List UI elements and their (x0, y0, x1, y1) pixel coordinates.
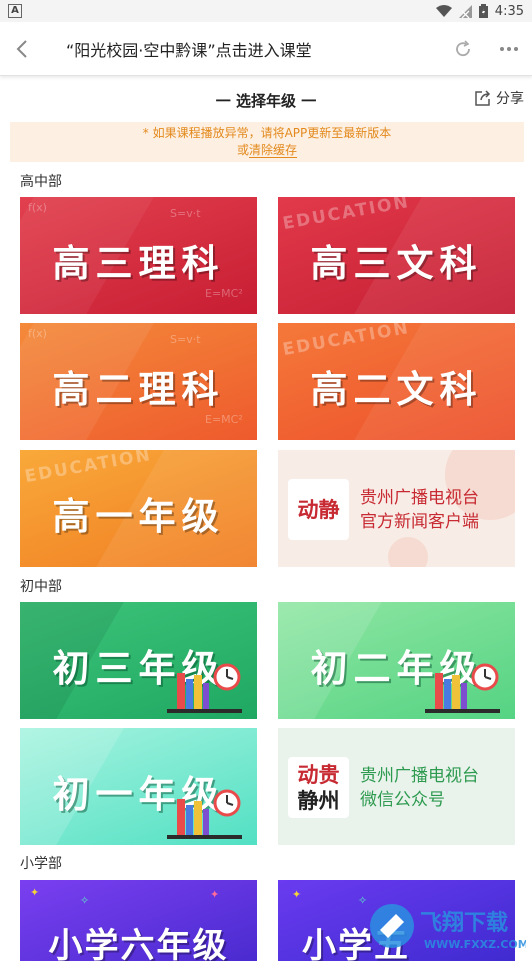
formula-text: E=MC² (205, 413, 243, 426)
tile-title: 高一年级 (52, 495, 225, 538)
chevron-left-icon (16, 39, 27, 58)
more-icon (500, 46, 518, 51)
top-bar: “阳光校园·空中黔课”点击进入课堂 (0, 22, 532, 76)
notice-prefix: 或 (236, 143, 249, 157)
update-notice: * 如果课程播放异常，请将APP更新至最新版本 或清除缓存 (10, 122, 524, 162)
app-ad-line2: 官方新闻客户端 (360, 512, 479, 532)
tile-wechat-ad[interactable]: 动贵 静州 贵州广播电视台 微信公众号 (278, 728, 515, 845)
refresh-button[interactable] (440, 22, 486, 76)
education-text: EDUCATION (23, 450, 154, 488)
watermark-logo: 飞翔下载 WWW.FXXZ.COM (366, 900, 529, 956)
share-label: 分享 (496, 91, 524, 107)
signal-icon (458, 4, 472, 18)
svg-text:WWW.FXXZ.COM: WWW.FXXZ.COM (424, 938, 526, 951)
notice-line1: * 如果课程播放异常，请将APP更新至最新版本 (142, 126, 392, 140)
books-clock-illustration (167, 663, 242, 713)
tile-g3-arts[interactable]: EDUCATION 高三文科 (278, 197, 515, 314)
app-logo: 动静 (288, 479, 349, 540)
wechat-ad-line2: 微信公众号 (360, 790, 445, 810)
tile-g2-science[interactable]: f(x) S=v·t E=MC² 高二理科 (20, 323, 257, 440)
notice-line2: 或清除缓存 (10, 142, 524, 159)
education-text: EDUCATION (281, 197, 412, 235)
svg-text:飞翔下载: 飞翔下载 (420, 910, 508, 936)
tile-title: 高三理科 (52, 242, 225, 285)
tile-g1[interactable]: EDUCATION 高一年级 (20, 450, 257, 567)
tile-title: 小学六年级 (48, 926, 229, 961)
wifi-icon (435, 4, 452, 17)
clear-cache-link[interactable]: 清除缓存 (249, 143, 298, 158)
tile-app-ad[interactable]: 动静 贵州广播电视台 官方新闻客户端 (278, 450, 515, 567)
more-button[interactable] (486, 22, 532, 76)
wechat-logo-line1: 动贵 (297, 762, 340, 787)
tile-g2-arts[interactable]: EDUCATION 高二文科 (278, 323, 515, 440)
page-title: “阳光校园·空中黔课”点击进入课堂 (66, 40, 312, 60)
formula-text: E=MC² (205, 287, 243, 300)
tile-title: 高三文科 (310, 242, 483, 285)
tile-title: 高二理科 (52, 368, 225, 411)
formula-text: f(x) (28, 327, 47, 340)
tile-g3-science[interactable]: f(x) S=v·t E=MC² 高三理科 (20, 197, 257, 314)
group-label-high: 高中部 (20, 174, 62, 190)
section-title: 一 选择年级 一 (215, 92, 317, 110)
books-clock-illustration (167, 789, 242, 839)
education-text: EDUCATION (281, 323, 412, 361)
status-bar: A 4:35 (0, 0, 532, 22)
group-label-primary: 小学部 (20, 856, 62, 872)
clock: 4:35 (494, 3, 524, 19)
tile-title: 高二文科 (310, 368, 483, 411)
formula-text: f(x) (28, 201, 47, 214)
app-ad-text: 贵州广播电视台 官方新闻客户端 (360, 486, 479, 534)
wechat-ad-text: 贵州广播电视台 微信公众号 (360, 764, 479, 812)
wechat-logo: 动贵 静州 (288, 757, 349, 818)
refresh-icon (456, 39, 470, 56)
battery-icon (478, 4, 488, 18)
share-button[interactable]: 分享 (474, 88, 524, 108)
formula-text: S=v·t (170, 207, 201, 220)
tile-p6[interactable]: ✦ ✧ ✦ 小学六年级 (20, 880, 257, 961)
back-button[interactable] (0, 22, 44, 76)
books-clock-illustration (425, 663, 500, 713)
app-ad-line1: 贵州广播电视台 (360, 488, 479, 508)
tile-j3[interactable]: 初三年级 (20, 602, 257, 719)
formula-text: S=v·t (170, 333, 201, 346)
tile-j2[interactable]: 初二年级 (278, 602, 515, 719)
tile-j1[interactable]: 初一年级 (20, 728, 257, 845)
group-label-junior: 初中部 (20, 579, 62, 595)
app-logo-text: 动静 (297, 497, 340, 522)
share-icon (475, 90, 491, 106)
wechat-logo-line2: 静州 (297, 788, 340, 813)
section-header: 一 选择年级 一 分享 (0, 84, 532, 118)
wechat-ad-line1: 贵州广播电视台 (360, 766, 479, 786)
notification-icon: A (8, 4, 22, 18)
